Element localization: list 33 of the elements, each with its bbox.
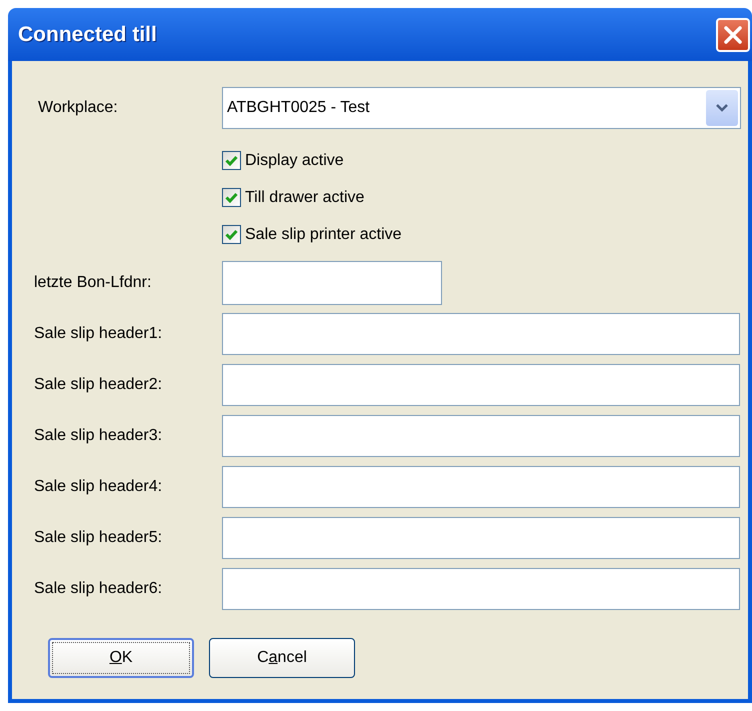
checkbox-option[interactable]: Till drawer active	[222, 184, 748, 211]
checkbox[interactable]	[222, 188, 241, 207]
input-field[interactable]	[222, 415, 740, 457]
checkbox-option[interactable]: Sale slip printer active	[222, 221, 748, 248]
field-label: Sale slip header5:	[34, 528, 164, 548]
input-field[interactable]	[222, 364, 740, 406]
check-icon	[225, 155, 238, 166]
dialog-button[interactable]: OK	[48, 638, 194, 678]
check-icon	[225, 229, 238, 240]
input-field[interactable]	[222, 466, 740, 508]
field-label: Sale slip header4:	[34, 477, 164, 497]
close-icon	[723, 24, 743, 44]
checkbox-option[interactable]: Display active	[222, 147, 748, 174]
field-label: Sale slip header1:	[34, 324, 164, 344]
field-label: Sale slip header2:	[34, 375, 164, 395]
input-field[interactable]	[222, 568, 740, 610]
close-button[interactable]	[716, 18, 750, 52]
field-label: Workplace:	[37, 98, 119, 118]
input-field[interactable]	[222, 517, 740, 559]
field-label: Sale slip header3:	[34, 426, 164, 446]
checkbox[interactable]	[222, 225, 241, 244]
workplace-dropdown[interactable]: ATBGHT0025 - Test	[222, 87, 741, 129]
dialog-button[interactable]: Cancel	[209, 638, 355, 678]
field-label: Sale slip header6:	[34, 579, 164, 599]
checkbox[interactable]	[222, 151, 241, 170]
dropdown-value: ATBGHT0025 - Test	[227, 98, 370, 118]
input-field[interactable]	[222, 261, 442, 305]
window-title: Connected till	[18, 22, 157, 48]
dropdown-arrow-button[interactable]	[706, 90, 738, 126]
check-icon	[225, 192, 238, 203]
field-label: letzte Bon-Lfdnr:	[34, 273, 152, 293]
input-field[interactable]	[222, 313, 740, 355]
chevron-down-icon	[716, 104, 728, 112]
